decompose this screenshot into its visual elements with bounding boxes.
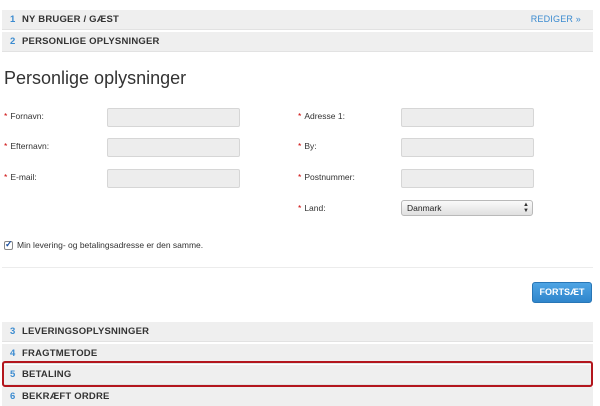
country-row: * Land: Danmark ▲ ▼ <box>298 200 538 220</box>
step-number: 1 <box>10 14 16 25</box>
required-mark: * <box>298 203 302 213</box>
postcode-input[interactable] <box>401 169 534 188</box>
step-label: FRAGTMETODE <box>22 348 98 359</box>
continue-button[interactable]: FORTSÆT <box>532 282 592 303</box>
step-label: BEKRÆFT ORDRE <box>22 391 110 402</box>
required-mark: * <box>4 172 8 182</box>
city-label: * By: <box>298 141 317 151</box>
email-label: * E-mail: <box>4 172 37 182</box>
country-select-value: Danmark <box>407 203 442 213</box>
address1-input[interactable] <box>401 108 534 127</box>
required-mark: * <box>4 141 8 151</box>
postcode-row: * Postnummer: <box>298 169 538 189</box>
required-mark: * <box>298 141 302 151</box>
city-row: * By: <box>298 138 538 158</box>
required-mark: * <box>298 111 302 121</box>
same-address-checkbox[interactable] <box>4 239 13 250</box>
last-name-row: * Efternavn: <box>4 138 244 158</box>
step-number: 2 <box>10 36 16 47</box>
select-arrows-icon: ▲ ▼ <box>523 202 529 214</box>
address1-row: * Adresse 1: <box>298 108 538 128</box>
step-number: 3 <box>10 326 16 337</box>
last-name-input[interactable] <box>107 138 240 157</box>
edit-link[interactable]: REDIGER » <box>531 14 581 24</box>
required-mark: * <box>298 172 302 182</box>
same-address-row: Min levering- og betalingsadresse er den… <box>4 239 204 250</box>
step-label: PERSONLIGE OPLYSNINGER <box>22 36 160 47</box>
step-label: LEVERINGSOPLYSNINGER <box>22 326 150 337</box>
step-number: 4 <box>10 348 16 359</box>
divider <box>2 267 593 268</box>
country-label: * Land: <box>298 203 326 213</box>
address1-label: * Adresse 1: <box>298 111 345 121</box>
step-label: NY BRUGER / GÆST <box>22 14 119 25</box>
email-input[interactable] <box>107 169 240 188</box>
postcode-label: * Postnummer: <box>298 172 355 182</box>
city-input[interactable] <box>401 138 534 157</box>
first-name-label: * Fornavn: <box>4 111 44 121</box>
required-mark: * <box>4 111 8 121</box>
highlight-outline <box>2 361 593 387</box>
step-bar-1: 1 NY BRUGER / GÆST REDIGER » <box>2 10 593 30</box>
section-title: Personlige oplysninger <box>4 68 187 88</box>
step-bar-2: 2 PERSONLIGE OPLYSNINGER <box>2 32 593 52</box>
step-bar-6[interactable]: 6 BEKRÆFT ORDRE <box>2 387 593 406</box>
step-number: 6 <box>10 391 16 402</box>
country-select[interactable]: Danmark ▲ ▼ <box>401 200 533 216</box>
step-bar-3[interactable]: 3 LEVERINGSOPLYSNINGER <box>2 322 593 342</box>
first-name-input[interactable] <box>107 108 240 127</box>
email-row: * E-mail: <box>4 169 244 189</box>
same-address-label: Min levering- og betalingsadresse er den… <box>17 240 204 250</box>
first-name-row: * Fornavn: <box>4 108 244 128</box>
last-name-label: * Efternavn: <box>4 141 50 151</box>
